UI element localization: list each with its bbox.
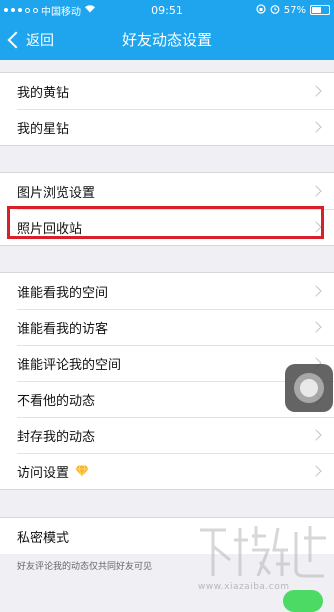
nav-bar: 返回 好友动态设置 — [0, 20, 334, 60]
settings-group-photos: 图片浏览设置 照片回收站 — [0, 172, 334, 246]
status-bar: 中国移动 09:51 57% — [0, 0, 334, 20]
list-item-label: 封存我的动态 — [17, 429, 96, 445]
list-item-label: 不看他的动态 — [17, 393, 96, 409]
list-item-private-mode[interactable]: 私密模式 — [0, 518, 334, 554]
yellow-diamond-icon — [75, 465, 89, 478]
list-item-label: 图片浏览设置 — [17, 185, 96, 201]
list-item-label: 访问设置 — [17, 465, 70, 481]
chevron-right-icon — [310, 285, 322, 297]
list-item-label: 私密模式 — [17, 530, 70, 546]
settings-group-privacy: 谁能看我的空间 谁能看我的访客 谁能评论我的空间 不看他的动态 封存我的动态 访… — [0, 272, 334, 490]
list-item-yellow-diamond[interactable]: 我的黄钻 — [0, 73, 334, 109]
list-item-who-can-view-space[interactable]: 谁能看我的空间 — [0, 273, 334, 309]
list-item-image-browse-settings[interactable]: 图片浏览设置 — [0, 173, 334, 209]
chevron-right-icon — [310, 85, 322, 97]
chevron-right-icon — [310, 121, 322, 133]
battery-percent: 57% — [283, 4, 306, 16]
list-item-archive-my-feed[interactable]: 封存我的动态 — [0, 417, 334, 453]
chevron-right-icon — [310, 221, 322, 233]
list-item-label: 谁能看我的访客 — [17, 321, 109, 337]
list-item-hide-their-feed[interactable]: 不看他的动态 — [0, 381, 334, 417]
battery-icon — [310, 5, 330, 15]
chevron-right-icon — [310, 429, 322, 441]
status-right: 57% — [256, 0, 330, 20]
list-item-label: 谁能看我的空间 — [17, 285, 109, 301]
rotation-lock-icon — [256, 3, 266, 17]
list-item-who-can-view-visitors[interactable]: 谁能看我的访客 — [0, 309, 334, 345]
list-item-who-can-comment[interactable]: 谁能评论我的空间 — [0, 345, 334, 381]
chevron-right-icon — [310, 465, 322, 477]
list-item-star-diamond[interactable]: 我的星钻 — [0, 109, 334, 145]
assistive-touch-button[interactable] — [285, 364, 333, 412]
settings-group-vip: 我的黄钻 我的星钻 — [0, 72, 334, 146]
chevron-right-icon — [310, 321, 322, 333]
list-item-label: 我的黄钻 — [17, 85, 70, 101]
page-title: 好友动态设置 — [121, 31, 212, 49]
private-mode-toggle[interactable] — [283, 590, 323, 612]
list-item-label: 照片回收站 — [17, 221, 83, 237]
watermark-site: www.xiazaiba.com — [198, 582, 290, 592]
list-item-label: 谁能评论我的空间 — [17, 357, 122, 373]
alarm-icon — [270, 4, 280, 17]
settings-group-private-mode: 私密模式 — [0, 517, 334, 554]
list-item-label: 我的星钻 — [17, 121, 70, 137]
list-item-access-settings[interactable]: 访问设置 — [0, 453, 334, 489]
list-item-photo-recycle-bin[interactable]: 照片回收站 — [0, 209, 334, 245]
private-mode-note: 好友评论我的动态仅共同好友可见 — [17, 562, 153, 572]
chevron-right-icon — [310, 185, 322, 197]
